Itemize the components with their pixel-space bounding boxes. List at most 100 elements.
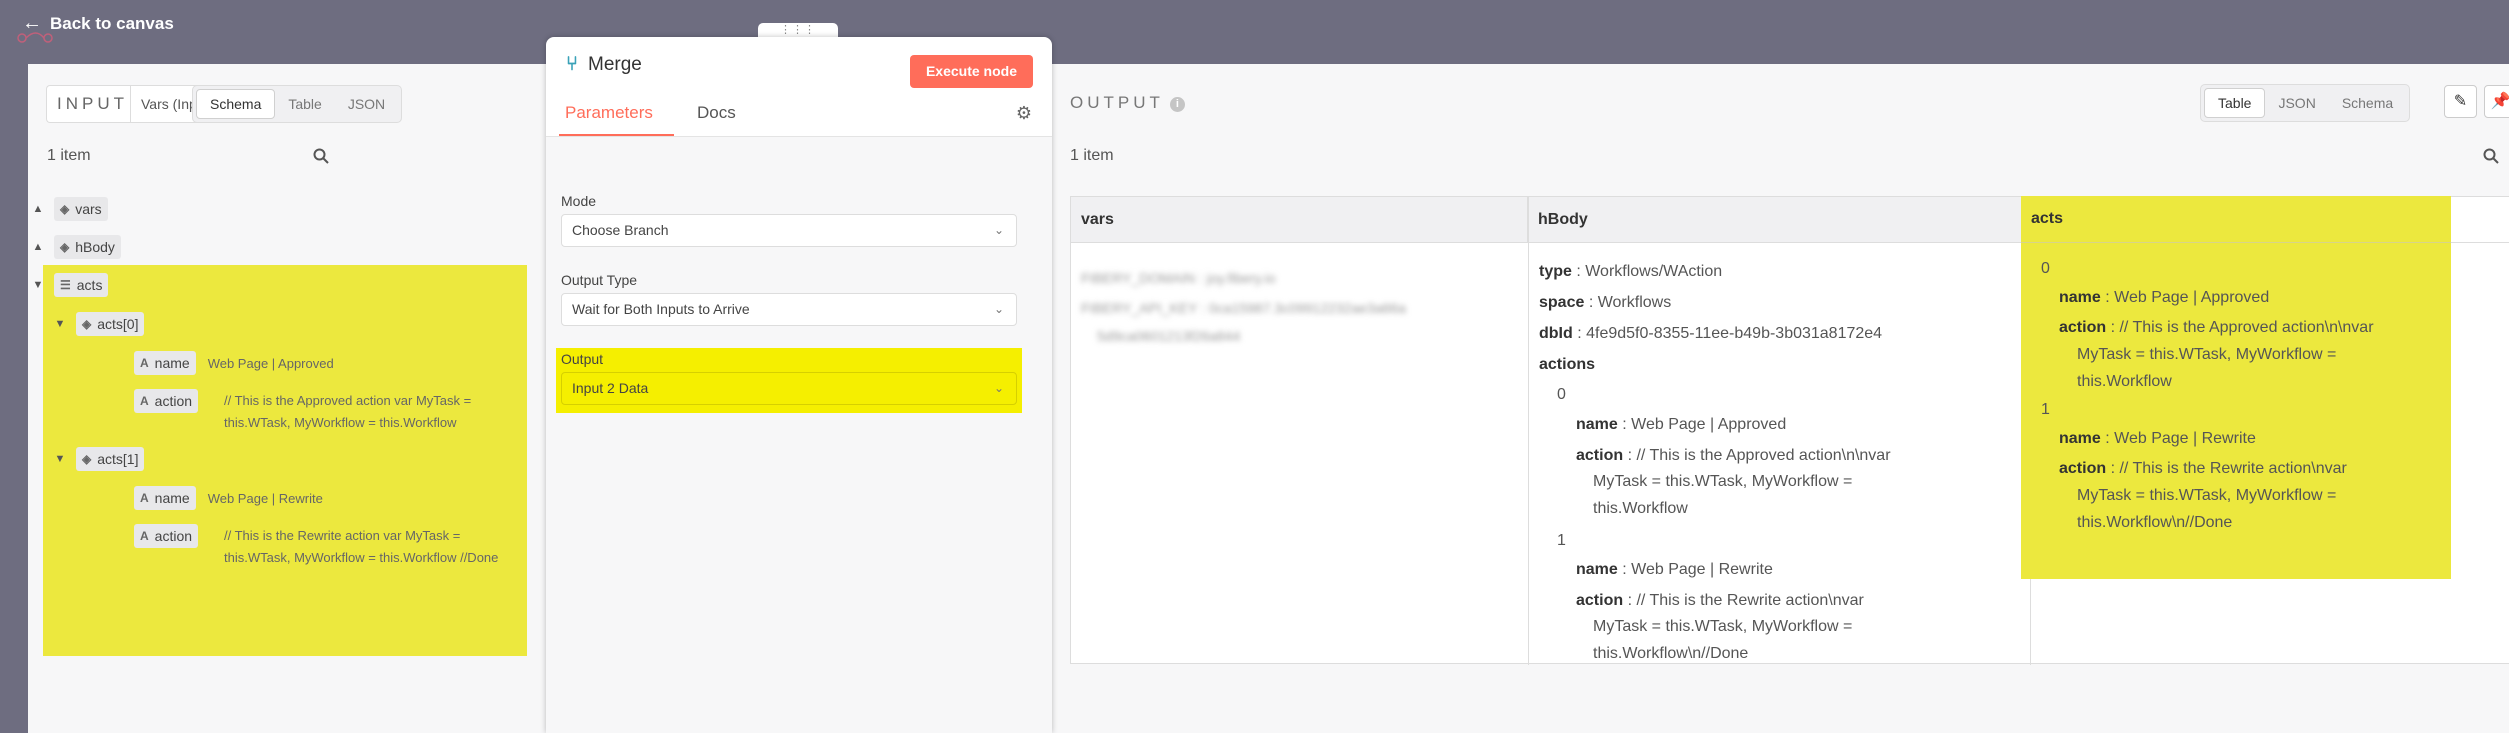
chevron-down-icon: ▼ bbox=[32, 279, 44, 291]
output-view-toggle: Table JSON Schema bbox=[2200, 84, 2411, 122]
schema-key-badge: ◈ acts[0] bbox=[76, 312, 145, 336]
edit-output-button[interactable]: ✎ bbox=[2444, 85, 2477, 118]
input-view-schema[interactable]: Schema bbox=[196, 89, 276, 119]
schema-item-vars[interactable]: ▲ ◈ vars bbox=[30, 197, 108, 221]
hbody-key: action bbox=[1576, 592, 1624, 609]
schema-item-acts-1-action[interactable]: A action bbox=[134, 524, 199, 548]
input-panel: INPUT Vars (Input 2) ⌄ Schema Table JSON… bbox=[28, 64, 546, 733]
hbody-action-action: action : // This is the Rewrite action\n… bbox=[1576, 586, 1864, 616]
schema-key-label: name bbox=[154, 490, 190, 506]
schema-item-acts[interactable]: ▼ ☰ acts bbox=[30, 273, 109, 297]
hbody-value: : Workflows bbox=[1584, 294, 1672, 311]
hbody-value: : Web Page | Rewrite bbox=[1617, 561, 1773, 578]
string-type-icon: A bbox=[140, 529, 149, 543]
schema-item-acts-1[interactable]: ▼ ◈ acts[1] bbox=[52, 447, 145, 471]
pin-icon: 📌 bbox=[2490, 93, 2509, 110]
output-view-schema[interactable]: Schema bbox=[2329, 88, 2406, 118]
input-view-json[interactable]: JSON bbox=[335, 89, 398, 119]
output-type-select[interactable]: Wait for Both Inputs to Arrive ⌄ bbox=[561, 293, 1017, 326]
search-icon[interactable] bbox=[313, 148, 329, 164]
input-view-toggle: Schema Table JSON bbox=[192, 85, 403, 123]
output-select[interactable]: Input 2 Data ⌄ bbox=[561, 372, 1017, 405]
output-view-table[interactable]: Table bbox=[2204, 88, 2266, 118]
schema-key-label: acts[1] bbox=[97, 451, 139, 467]
hbody-action-name: name : Web Page | Approved bbox=[1576, 410, 1786, 440]
search-icon[interactable] bbox=[2483, 148, 2499, 164]
merge-icon: ⑂ bbox=[566, 53, 578, 75]
schema-key-badge: A name bbox=[134, 486, 196, 510]
output-item-count: 1 item bbox=[1070, 147, 1114, 164]
chevron-down-icon: ▼ bbox=[54, 453, 66, 465]
column-header-hbody: hBody bbox=[1528, 197, 2030, 243]
schema-key-badge: A action bbox=[134, 389, 199, 413]
object-type-icon: ◈ bbox=[60, 240, 70, 254]
acts-action-cont: MyTask = this.WTask, MyWorkflow = bbox=[2077, 346, 2337, 363]
hbody-actions-index: 0 bbox=[1557, 386, 1566, 403]
back-to-canvas-label: Back to canvas bbox=[50, 13, 174, 33]
back-to-canvas-button[interactable]: ← Back to canvas bbox=[22, 12, 174, 35]
hbody-action-cont: MyTask = this.WTask, MyWorkflow = bbox=[1593, 473, 1853, 490]
schema-value: // This is the Rewrite action var MyTask… bbox=[224, 528, 499, 565]
schema-item-acts-0-action[interactable]: A action bbox=[134, 389, 199, 413]
tab-docs[interactable]: Docs bbox=[697, 103, 736, 123]
output-view-json[interactable]: JSON bbox=[2265, 88, 2328, 118]
hbody-space: space : Workflows bbox=[1539, 288, 1671, 318]
schema-item-acts-0[interactable]: ▼ ◈ acts[0] bbox=[52, 312, 145, 336]
node-title: ⑂ Merge bbox=[566, 53, 642, 76]
hbody-key: actions bbox=[1539, 356, 1596, 373]
hbody-value: : Web Page | Approved bbox=[1617, 416, 1787, 433]
hbody-actions: actions bbox=[1539, 350, 1595, 380]
tab-parameters[interactable]: Parameters bbox=[565, 103, 653, 123]
schema-item-hbody[interactable]: ▲ ◈ hBody bbox=[30, 235, 121, 259]
chevron-down-icon: ⌄ bbox=[993, 223, 1004, 237]
node-title-text[interactable]: Merge bbox=[588, 54, 642, 76]
hbody-key: dbId bbox=[1539, 325, 1573, 342]
hbody-type: type : Workflows/WAction bbox=[1539, 257, 1722, 287]
chevron-down-icon: ▼ bbox=[54, 318, 66, 330]
hbody-key: action bbox=[1576, 447, 1624, 464]
acts-index: 1 bbox=[2041, 401, 2050, 418]
hbody-value: : // This is the Approved action\n\nvar bbox=[1623, 447, 1891, 464]
input-view-table[interactable]: Table bbox=[275, 89, 334, 119]
chevron-down-icon: ⌄ bbox=[993, 381, 1004, 395]
mode-select-value: Choose Branch bbox=[572, 222, 669, 238]
execute-node-button[interactable]: Execute node bbox=[909, 55, 1033, 88]
acts-value: : // This is the Rewrite action\nvar bbox=[2106, 460, 2347, 477]
object-type-icon: ◈ bbox=[60, 202, 70, 216]
schema-key-label: action bbox=[154, 393, 193, 409]
column-header-acts-highlight: acts bbox=[2031, 210, 2064, 227]
hbody-value: : // This is the Rewrite action\nvar bbox=[1623, 592, 1864, 609]
mode-label: Mode bbox=[561, 193, 597, 209]
schema-key-badge: ◈ vars bbox=[54, 197, 108, 221]
hbody-value: : 4fe9d5f0-8355-11ee-b49b-3b031a8172e4 bbox=[1572, 325, 1883, 342]
schema-key-label: vars bbox=[75, 201, 102, 217]
parameters-area: Mode Choose Branch ⌄ Output Type Wait fo… bbox=[546, 137, 1052, 733]
column-divider bbox=[1528, 197, 1529, 665]
acts-name: name : Web Page | Rewrite bbox=[2059, 424, 2256, 454]
acts-value: : // This is the Approved action\n\nvar bbox=[2106, 319, 2374, 336]
info-icon[interactable]: i bbox=[1169, 97, 1185, 112]
vars-cell-line: FIBERY_API_KEY : 0ca15987.3c09912232ae3a… bbox=[1081, 300, 1406, 316]
gear-icon[interactable]: ⚙ bbox=[1016, 103, 1032, 124]
mode-select[interactable]: Choose Branch ⌄ bbox=[561, 214, 1017, 247]
schema-key-badge: ◈ hBody bbox=[54, 235, 121, 259]
hbody-actions-index: 1 bbox=[1557, 532, 1566, 549]
acts-value: : Web Page | Rewrite bbox=[2100, 430, 2256, 447]
acts-action-cont: this.Workflow bbox=[2077, 373, 2172, 390]
string-type-icon: A bbox=[140, 394, 149, 408]
acts-action: action : // This is the Rewrite action\n… bbox=[2059, 454, 2347, 484]
schema-key-label: action bbox=[154, 528, 193, 544]
schema-key-badge: A action bbox=[134, 524, 199, 548]
schema-key-badge: A name bbox=[134, 351, 196, 375]
output-panel-title-text: OUTPUT bbox=[1070, 93, 1164, 112]
output-select-value: Input 2 Data bbox=[572, 380, 649, 396]
schema-key-badge: ◈ acts[1] bbox=[76, 447, 145, 471]
hbody-key: space bbox=[1539, 294, 1585, 311]
schema-item-acts-1-name[interactable]: A name Web Page | Rewrite bbox=[134, 486, 323, 510]
schema-value: // This is the Approved action var MyTas… bbox=[224, 393, 472, 430]
column-header-vars: vars bbox=[1071, 197, 1528, 243]
schema-item-acts-0-name[interactable]: A name Web Page | Approved bbox=[134, 351, 334, 375]
output-type-select-value: Wait for Both Inputs to Arrive bbox=[572, 301, 750, 317]
pin-data-button[interactable]: 📌 bbox=[2484, 85, 2509, 118]
pencil-icon: ✎ bbox=[2453, 93, 2468, 110]
